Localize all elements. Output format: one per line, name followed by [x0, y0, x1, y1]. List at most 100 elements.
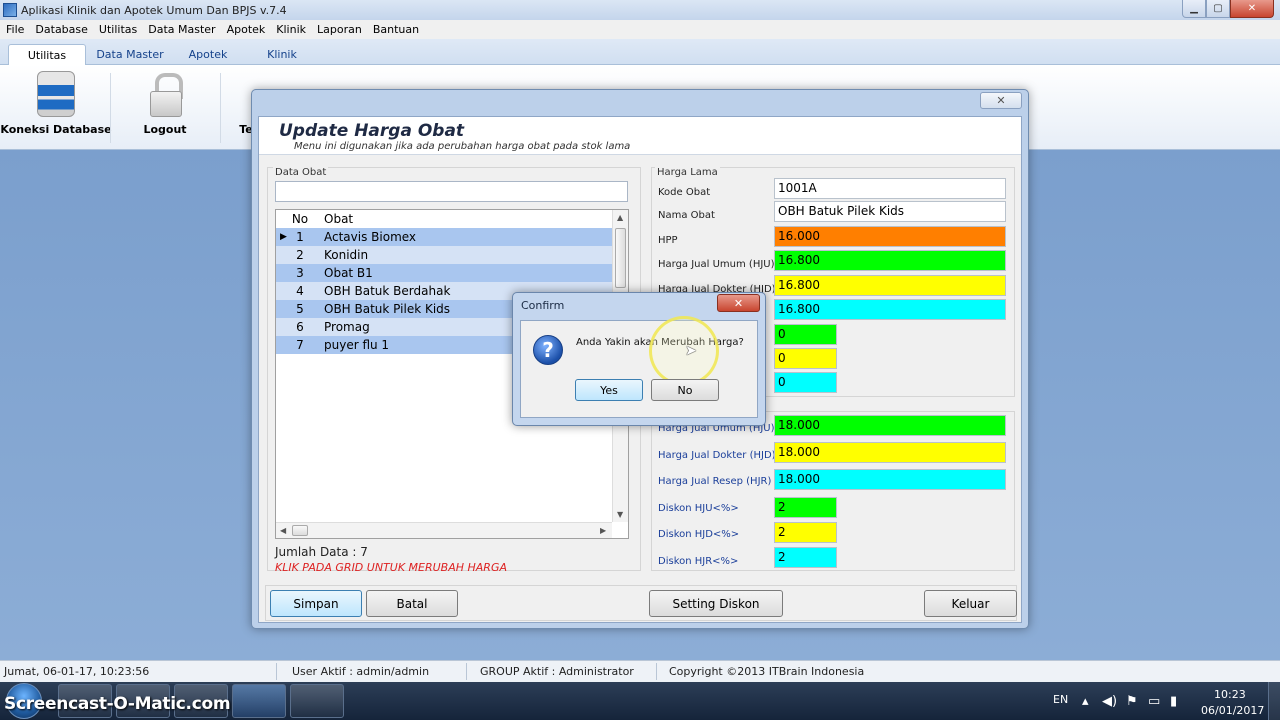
hjd-lama-field[interactable]: 16.800 — [774, 275, 1006, 296]
nama-obat-label: Nama Obat — [658, 210, 715, 221]
row-obat: Promag — [324, 320, 370, 334]
app-icon — [3, 3, 17, 17]
dialog-close-button[interactable]: ✕ — [980, 92, 1022, 109]
maximize-button[interactable]: ▢ — [1206, 0, 1230, 18]
data-obat-legend: Data Obat — [273, 167, 329, 178]
clock-time[interactable]: 10:23 — [1214, 688, 1246, 701]
tab-utilitas[interactable]: Utilitas — [8, 44, 86, 65]
kode-obat-field[interactable]: 1001A — [774, 178, 1006, 199]
menu-database[interactable]: Database — [35, 23, 88, 36]
hjr-lama-field[interactable]: 16.800 — [774, 299, 1006, 320]
dialog-header: Update Harga Obat Menu ini digunakan jik… — [259, 117, 1021, 155]
diskon-hju-label: Diskon HJU<%> — [658, 503, 739, 514]
dialog-subtitle: Menu ini digunakan jika ada perubahan ha… — [294, 141, 631, 152]
flag-icon[interactable]: ⚑ — [1126, 694, 1138, 709]
vertical-scroll-thumb[interactable] — [615, 228, 626, 288]
confirm-title: Confirm — [521, 299, 565, 312]
simpan-button[interactable]: Simpan — [270, 590, 362, 617]
diskon-hjr-label: Diskon HJR<%> — [658, 556, 739, 567]
row-no: 5 — [296, 302, 304, 316]
menu-data-master[interactable]: Data Master — [148, 23, 215, 36]
hpp-label: HPP — [658, 235, 678, 246]
tab-data-master[interactable]: Data Master — [92, 44, 168, 65]
taskbar: Screencast-O-Matic.com EN ▴ ◀) ⚑ ▭ ▮ 10:… — [0, 682, 1280, 720]
tab-klinik[interactable]: Klinik — [250, 44, 314, 65]
hju-baru-field[interactable]: 18.000 — [774, 415, 1006, 436]
scroll-right-icon[interactable]: ▶ — [600, 526, 606, 535]
menu-klinik[interactable]: Klinik — [276, 23, 306, 36]
hjd-baru-field[interactable]: 18.000 — [774, 442, 1006, 463]
menu-utilitas[interactable]: Utilitas — [99, 23, 137, 36]
tray-arrow-icon[interactable]: ▴ — [1082, 694, 1089, 709]
diskon-hjr-lama-field[interactable]: 0 — [774, 372, 837, 393]
row-no: 2 — [296, 248, 304, 262]
column-header-no[interactable]: No — [276, 212, 324, 226]
hju-lama-label: Harga Jual Umum (HJU) — [658, 259, 775, 270]
row-no: 3 — [296, 266, 304, 280]
diskon-hjr-field[interactable]: 2 — [774, 547, 837, 568]
status-copyright: Copyright ©2013 ITBrain Indonesia — [669, 665, 865, 678]
batal-button[interactable]: Batal — [366, 590, 458, 617]
search-input[interactable] — [275, 181, 628, 202]
hpp-field[interactable]: 16.000 — [774, 226, 1006, 247]
table-row[interactable]: 2 Konidin — [276, 246, 612, 264]
row-no: 6 — [296, 320, 304, 334]
window-close-button[interactable]: ✕ — [1230, 0, 1274, 18]
diskon-hjd-lama-field[interactable]: 0 — [774, 348, 837, 369]
no-button[interactable]: No — [651, 379, 719, 401]
selected-row-indicator: ▶ — [280, 232, 287, 242]
row-obat: Actavis Biomex — [324, 230, 417, 244]
jumlah-data-label: Jumlah Data : 7 — [275, 545, 368, 559]
row-obat: OBH Batuk Berdahak — [324, 284, 451, 298]
status-separator — [276, 663, 277, 680]
keluar-button[interactable]: Keluar — [924, 590, 1017, 617]
hjr-baru-label: Harga Jual Resep (HJR) — [658, 476, 772, 487]
menu-laporan[interactable]: Laporan — [317, 23, 362, 36]
scroll-left-icon[interactable]: ◀ — [280, 526, 286, 535]
logout-label: Logout — [143, 123, 187, 136]
network-icon[interactable]: ▮ — [1170, 694, 1177, 709]
show-desktop-button[interactable] — [1268, 682, 1280, 720]
diskon-hjd-field[interactable]: 2 — [774, 522, 837, 543]
table-row[interactable]: ▶ 1 Actavis Biomex — [276, 228, 612, 246]
table-row[interactable]: 3 Obat B1 — [276, 264, 612, 282]
power-icon[interactable]: ▭ — [1148, 694, 1160, 709]
setting-diskon-button[interactable]: Setting Diskon — [649, 590, 783, 617]
horizontal-scrollbar[interactable]: ◀ ▶ — [276, 522, 612, 538]
scroll-down-icon[interactable]: ▼ — [617, 510, 623, 519]
clock-date[interactable]: 06/01/2017 — [1201, 704, 1264, 717]
taskbar-recorder-button[interactable] — [290, 684, 344, 718]
diskon-hju-lama-field[interactable]: 0 — [774, 324, 837, 345]
menu-bantuan[interactable]: Bantuan — [373, 23, 419, 36]
taskbar-klinik-app-button[interactable] — [232, 684, 286, 718]
row-no: 7 — [296, 338, 304, 352]
language-indicator[interactable]: EN — [1053, 693, 1068, 706]
hjr-baru-field[interactable]: 18.000 — [774, 469, 1006, 490]
diskon-hjd-label: Diskon HJD<%> — [658, 529, 740, 540]
menu-bar: File Database Utilitas Data Master Apote… — [0, 20, 1280, 39]
confirm-body: ? Anda Yakin akan Merubah Harga? ➤ Yes N… — [520, 316, 758, 418]
menu-apotek[interactable]: Apotek — [227, 23, 266, 36]
volume-icon[interactable]: ◀) — [1102, 694, 1117, 709]
tab-apotek[interactable]: Apotek — [176, 44, 240, 65]
logout-button[interactable]: Logout — [132, 71, 198, 136]
status-datetime: Jumat, 06-01-17, 10:23:56 — [4, 665, 150, 678]
column-header-obat[interactable]: Obat — [324, 212, 353, 226]
scroll-up-icon[interactable]: ▲ — [617, 213, 623, 222]
minimize-button[interactable]: ▁ — [1182, 0, 1206, 18]
dialog-title: Update Harga Obat — [279, 121, 465, 141]
koneksi-database-button[interactable]: Koneksi Database — [0, 71, 112, 136]
diskon-hju-field[interactable]: 2 — [774, 497, 837, 518]
cursor-highlight-ring — [649, 316, 719, 386]
confirm-close-button[interactable]: ✕ — [717, 294, 760, 312]
yes-button[interactable]: Yes — [575, 379, 643, 401]
koneksi-database-label: Koneksi Database — [0, 123, 112, 136]
menu-file[interactable]: File — [6, 23, 24, 36]
window-title: Aplikasi Klinik dan Apotek Umum Dan BPJS… — [21, 3, 287, 17]
horizontal-scroll-thumb[interactable] — [292, 525, 308, 536]
nama-obat-field[interactable]: OBH Batuk Pilek Kids — [774, 201, 1006, 222]
grid-hint-label: KLIK PADA GRID UNTUK MERUBAH HARGA — [275, 561, 507, 574]
question-icon: ? — [533, 335, 563, 365]
status-user: User Aktif : admin/admin — [292, 665, 430, 678]
hju-lama-field[interactable]: 16.800 — [774, 250, 1006, 271]
